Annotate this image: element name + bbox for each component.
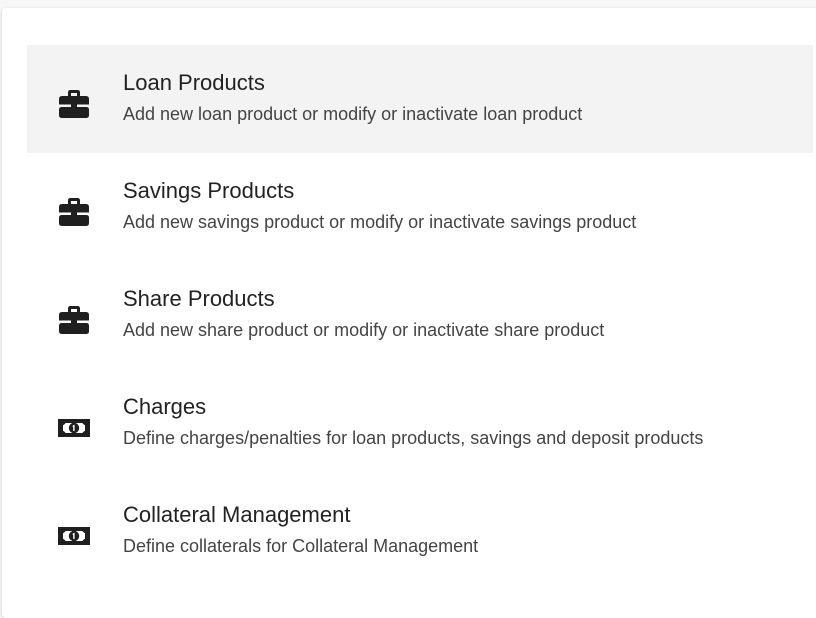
briefcase-icon xyxy=(57,89,91,119)
money-bill-icon xyxy=(57,413,91,443)
briefcase-icon xyxy=(57,197,91,227)
list-item-loan-products[interactable]: Loan Products Add new loan product or mo… xyxy=(27,45,813,153)
list-item-title: Loan Products xyxy=(123,70,265,95)
list-item-title: Collateral Management xyxy=(123,502,351,527)
list-item-description: Define charges/penalties for loan produc… xyxy=(123,428,704,448)
list-item-savings-products[interactable]: Savings Products Add new savings product… xyxy=(27,153,813,261)
list-item-charges[interactable]: Charges Define charges/penalties for loa… xyxy=(27,369,813,477)
list-item-collateral-management[interactable]: Collateral Management Define collaterals… xyxy=(27,477,813,585)
products-card: Loan Products Add new loan product or mo… xyxy=(2,8,816,618)
list-item-description: Add new share product or modify or inact… xyxy=(123,320,605,340)
money-bill-icon xyxy=(57,521,91,551)
list-item-title: Charges xyxy=(123,394,207,419)
list-item-title: Savings Products xyxy=(123,178,295,203)
list-item-share-products[interactable]: Share Products Add new share product or … xyxy=(27,261,813,369)
list-item-description: Add new savings product or modify or ina… xyxy=(123,212,637,232)
list-item-title: Share Products xyxy=(123,286,275,311)
list-item-description: Add new loan product or modify or inacti… xyxy=(123,104,583,124)
list-item-description: Define collaterals for Collateral Manage… xyxy=(123,536,479,556)
briefcase-icon xyxy=(57,305,91,335)
products-list: Loan Products Add new loan product or mo… xyxy=(27,45,813,585)
